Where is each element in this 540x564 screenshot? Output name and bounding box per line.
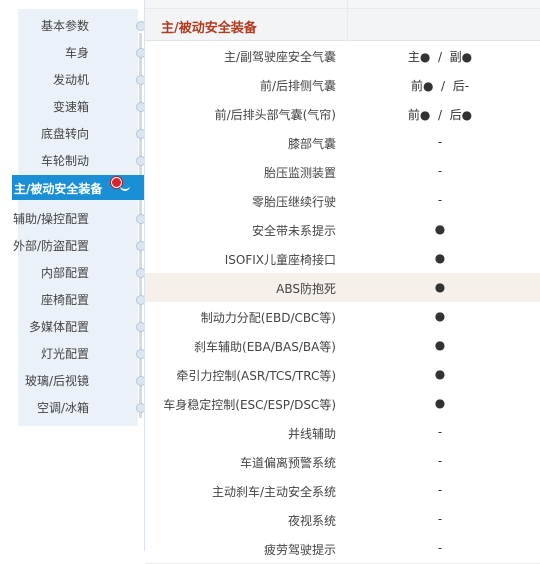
sidebar-item-wheels-brakes[interactable]: 车轮制动 — [18, 146, 146, 173]
row-label: 膝部气囊 — [287, 137, 336, 151]
row-label: 零胎压继续行驶 — [251, 195, 336, 209]
row-value: - — [437, 193, 443, 207]
sidebar-item-label: 空调/冰箱 — [36, 401, 89, 415]
row-value: ● — [434, 309, 446, 323]
table-row: 前/后排头部气囊(气帘) 前● / 后● — [145, 99, 540, 129]
sidebar-item-basic-params[interactable]: 基本参数 — [18, 11, 146, 38]
table-row: ISOFIX儿童座椅接口 ● — [145, 244, 540, 274]
row-label: 车道偏离预警系统 — [239, 456, 336, 470]
sidebar-item-transmission[interactable]: 变速箱 — [18, 92, 146, 119]
sidebar-item-label: 座椅配置 — [40, 293, 89, 307]
section-title: 主/被动安全装备 — [161, 21, 257, 36]
row-label: 牵引力控制(ASR/TCS/TRC等) — [176, 369, 336, 383]
row-label: 制动力分配(EBD/CBC等) — [200, 311, 336, 325]
row-label: ABS防抱死 — [276, 282, 336, 296]
sidebar-item-label: 多媒体配置 — [28, 320, 89, 334]
table-top-border — [145, 0, 540, 9]
table-row: 膝部气囊 - — [145, 128, 540, 158]
row-value: ● — [434, 251, 446, 265]
sidebar-item-label: 变速箱 — [52, 100, 89, 114]
table-row: 并线辅助 - — [145, 418, 540, 448]
table-row: 前/后排侧气囊 前● / 后- — [145, 70, 540, 100]
sidebar-item-label: 玻璃/后视镜 — [24, 374, 89, 388]
row-label: 主动刹车/主动安全系统 — [211, 485, 336, 499]
sidebar-timeline-track — [139, 33, 142, 418]
sidebar-item-label: 内部配置 — [40, 266, 89, 280]
table-row: 胎压监测装置 - — [145, 157, 540, 187]
table-row: 车道偏离预警系统 - — [145, 447, 540, 477]
sidebar-item-assist-handling[interactable]: 辅助/操控配置 — [13, 204, 146, 231]
sidebar-item-seats[interactable]: 座椅配置 — [18, 285, 146, 312]
sidebar-item-label: 外部/防盗配置 — [12, 239, 89, 253]
section-header: 主/被动安全装备 — [145, 9, 540, 41]
table-row: 安全带未系提示 ● — [145, 215, 540, 245]
sidebar-item-body[interactable]: 车身 — [18, 38, 146, 65]
sidebar-item-label: 主/被动安全装备 — [14, 182, 103, 196]
table-row-highlighted: ABS防抱死 ● — [145, 273, 540, 303]
row-value: ● — [434, 396, 446, 410]
row-label: 胎压监测装置 — [263, 166, 336, 180]
sidebar-item-label: 基本参数 — [40, 19, 89, 33]
config-category-sidebar: 基本参数 车身 发动机 变速箱 底盘转向 车轮制动 主/被动安全装备 辅助/操控… — [12, 9, 158, 426]
row-value: 前● / 后● — [407, 108, 473, 122]
row-label: 并线辅助 — [287, 427, 336, 441]
table-row: 疲劳驾驶提示 - — [145, 534, 540, 564]
row-value: - — [437, 483, 443, 497]
row-value: ● — [434, 222, 446, 236]
row-value: - — [437, 454, 443, 468]
sidebar-item-ac-fridge[interactable]: 空调/冰箱 — [18, 393, 146, 420]
spec-table: 主/被动安全装备 主/副驾驶座安全气囊 主● / 副● 前/后排侧气囊 前● /… — [144, 0, 540, 564]
row-label: 安全带未系提示 — [251, 224, 336, 238]
row-value: - — [437, 164, 443, 178]
table-row: 夜视系统 - — [145, 505, 540, 535]
sidebar-item-exterior-antitheft[interactable]: 外部/防盗配置 — [13, 231, 146, 258]
sidebar-item-multimedia[interactable]: 多媒体配置 — [18, 312, 146, 339]
sidebar-item-label: 发动机 — [52, 73, 89, 87]
row-label: 疲劳驾驶提示 — [263, 543, 336, 557]
sidebar-item-chassis-steering[interactable]: 底盘转向 — [18, 119, 146, 146]
table-row: 刹车辅助(EBA/BAS/BA等) ● — [145, 331, 540, 361]
row-value: ● — [434, 280, 446, 294]
row-value: ● — [434, 367, 446, 381]
table-row: 主/副驾驶座安全气囊 主● / 副● — [145, 41, 540, 71]
table-row: 零胎压继续行驶 - — [145, 186, 540, 216]
row-value: - — [437, 425, 443, 439]
table-row: 车身稳定控制(ESC/ESP/DSC等) ● — [145, 389, 540, 419]
row-label: 车身稳定控制(ESC/ESP/DSC等) — [163, 398, 336, 412]
sidebar-item-engine[interactable]: 发动机 — [18, 65, 146, 92]
row-value: - — [437, 135, 443, 149]
row-value: ● — [434, 338, 446, 352]
sidebar-item-label: 车身 — [64, 46, 89, 60]
row-label: 主/副驾驶座安全气囊 — [223, 50, 336, 64]
row-value: 前● / 后- — [410, 79, 470, 93]
table-row: 牵引力控制(ASR/TCS/TRC等) ● — [145, 360, 540, 390]
row-value: - — [437, 512, 443, 526]
sidebar-item-glass-mirrors[interactable]: 玻璃/后视镜 — [18, 366, 146, 393]
row-label: 前/后排侧气囊 — [259, 79, 336, 93]
table-row: 制动力分配(EBD/CBC等) ● — [145, 302, 540, 332]
sidebar-item-lighting[interactable]: 灯光配置 — [18, 339, 146, 366]
sidebar-item-interior[interactable]: 内部配置 — [18, 258, 146, 285]
sidebar-item-label: 辅助/操控配置 — [12, 212, 89, 226]
row-label: ISOFIX儿童座椅接口 — [224, 253, 336, 267]
row-label: 刹车辅助(EBA/BAS/BA等) — [194, 340, 336, 354]
row-value: 主● / 副● — [407, 50, 473, 64]
row-label: 前/后排头部气囊(气帘) — [214, 108, 336, 122]
table-row: 主动刹车/主动安全系统 - — [145, 476, 540, 506]
sidebar-item-label: 车轮制动 — [40, 154, 89, 168]
sidebar-item-label: 灯光配置 — [40, 347, 89, 361]
row-value: - — [437, 541, 443, 555]
sidebar-item-label: 底盘转向 — [40, 127, 89, 141]
row-label: 夜视系统 — [287, 514, 336, 528]
